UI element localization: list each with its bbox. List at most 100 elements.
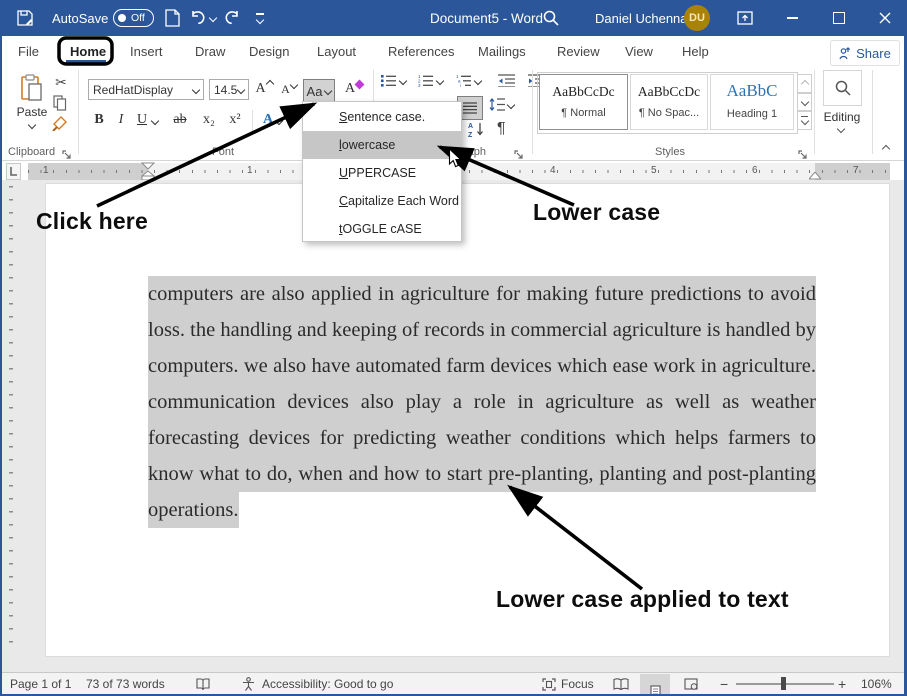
new-document-icon[interactable]	[165, 0, 180, 36]
grow-font-button[interactable]: A	[254, 78, 274, 100]
editing-dropdown-icon[interactable]	[838, 126, 844, 132]
autosave-toggle[interactable]: Off	[113, 0, 154, 36]
undo-dropdown-icon[interactable]	[209, 14, 217, 22]
tab-layout[interactable]: Layout	[313, 36, 360, 66]
document-paragraph[interactable]: computers are also applied in agricultur…	[148, 276, 816, 528]
user-name[interactable]: Daniel Uchenna	[595, 0, 688, 36]
strikethrough-button[interactable]: ab	[168, 110, 192, 130]
svg-text:Z: Z	[468, 132, 473, 137]
selected-text[interactable]: computers are also applied in agricultur…	[148, 276, 816, 528]
underline-dropdown-icon[interactable]	[152, 118, 158, 124]
style-normal[interactable]: AaBbCcDc ¶ Normal	[539, 74, 628, 130]
superscript-button[interactable]: x²	[224, 110, 246, 130]
minimize-button[interactable]	[775, 0, 809, 36]
italic-button[interactable]: I	[113, 110, 129, 130]
zoom-slider-thumb[interactable]	[781, 677, 786, 690]
styles-scroll-up[interactable]	[797, 74, 812, 94]
menu-item-sentence-case[interactable]: Sentence case.	[303, 103, 461, 131]
save-icon[interactable]	[16, 0, 34, 36]
share-icon	[839, 47, 851, 60]
page-indicator[interactable]: Page 1 of 1	[10, 673, 71, 695]
tab-references[interactable]: References	[384, 36, 458, 66]
font-name-dropdown-icon[interactable]	[192, 85, 200, 93]
cut-button[interactable]: ✂	[52, 74, 70, 90]
accessibility-status[interactable]: Accessibility: Good to go	[262, 673, 393, 695]
bullets-button[interactable]	[381, 74, 406, 87]
ribbon-display-options-icon[interactable]	[737, 0, 753, 36]
tab-file[interactable]: File	[14, 36, 43, 66]
copy-button[interactable]	[53, 95, 67, 111]
shrink-font-button[interactable]: A	[279, 78, 299, 100]
tab-mailings[interactable]: Mailings	[474, 36, 530, 66]
sort-a: A	[468, 123, 473, 130]
editing-find-button[interactable]	[823, 70, 862, 106]
web-layout-button[interactable]	[676, 674, 706, 694]
avatar[interactable]: DU	[684, 0, 710, 36]
tab-selector[interactable]	[6, 163, 21, 180]
numbering-button[interactable]: 123	[418, 74, 443, 87]
font-size-dropdown-icon[interactable]	[237, 85, 245, 93]
menu-item-capitalize-each-word[interactable]: Capitalize Each Word	[303, 187, 461, 215]
search-icon[interactable]	[543, 0, 559, 36]
style-heading1[interactable]: AaBbC Heading 1	[710, 74, 794, 130]
show-paragraph-marks-button[interactable]: ¶	[497, 120, 506, 138]
undo-button[interactable]	[189, 0, 216, 36]
svg-text:3: 3	[418, 83, 421, 87]
menu-item-lowercase[interactable]: lowercase	[303, 131, 461, 159]
editing-group-label[interactable]: Editing	[818, 110, 866, 124]
share-button[interactable]: Share	[830, 40, 900, 66]
decrease-indent-button[interactable]	[498, 74, 515, 87]
accessibility-icon[interactable]	[242, 673, 255, 695]
text-effects-dropdown-icon[interactable]	[276, 118, 282, 124]
zoom-level[interactable]: 106%	[861, 673, 892, 695]
print-layout-button[interactable]	[640, 674, 670, 696]
line-spacing-button[interactable]	[489, 98, 514, 111]
paragraph-group-label: raph	[464, 146, 486, 158]
clear-formatting-button[interactable]: A	[343, 78, 365, 100]
paste-dropdown-icon[interactable]	[28, 121, 36, 129]
word-window: AutoSave Off Document5 - Word Daniel Uch…	[0, 0, 907, 696]
tab-view[interactable]: View	[621, 36, 657, 66]
paragraph-dialog-launcher[interactable]	[514, 147, 524, 157]
word-count[interactable]: 73 of 73 words	[86, 673, 165, 695]
indent-markers[interactable]	[141, 162, 155, 181]
maximize-button[interactable]	[822, 0, 856, 36]
styles-dialog-launcher[interactable]	[798, 147, 808, 157]
tab-insert[interactable]: Insert	[126, 36, 167, 66]
font-name-combo[interactable]: RedHatDisplay	[88, 79, 204, 100]
zoom-in-button[interactable]: +	[838, 673, 846, 695]
close-button[interactable]	[868, 0, 902, 36]
find-search-icon	[835, 80, 851, 96]
style-no-spacing[interactable]: AaBbCcDc ¶ No Spac...	[630, 74, 708, 130]
tab-review[interactable]: Review	[553, 36, 604, 66]
multilevel-list-button[interactable]: 1ai	[456, 74, 481, 87]
quick-access-more-icon[interactable]	[256, 0, 264, 36]
tab-help[interactable]: Help	[678, 36, 713, 66]
change-case-button[interactable]: Aa	[303, 79, 335, 103]
font-size-combo[interactable]: 14.5	[209, 79, 249, 100]
change-case-dropdown-icon[interactable]	[324, 87, 332, 95]
sort-button[interactable]: AZ	[468, 121, 486, 137]
collapse-ribbon-button[interactable]	[883, 146, 889, 152]
subscript-button[interactable]: x₂	[198, 110, 220, 130]
menu-item-toggle-case[interactable]: tOGGLE cASE	[303, 215, 461, 243]
tab-draw[interactable]: Draw	[191, 36, 229, 66]
menu-item-uppercase[interactable]: UPPERCASE	[303, 159, 461, 187]
focus-button[interactable]: Focus	[542, 673, 594, 695]
tab-design[interactable]: Design	[245, 36, 293, 66]
vertical-ruler[interactable]	[9, 186, 13, 654]
zoom-out-button[interactable]: −	[720, 673, 728, 695]
redo-button[interactable]	[224, 0, 241, 36]
styles-more-button[interactable]	[797, 110, 812, 130]
font-group-label: Font	[212, 146, 234, 158]
bold-button[interactable]: B	[90, 110, 108, 130]
proofing-icon[interactable]	[196, 673, 210, 695]
paste-button[interactable]: Paste	[12, 72, 52, 130]
styles-scroll-down[interactable]	[797, 92, 812, 112]
clipboard-dialog-launcher[interactable]	[62, 147, 72, 157]
format-painter-button[interactable]	[52, 115, 68, 131]
right-indent-marker[interactable]	[809, 172, 821, 180]
read-mode-button[interactable]	[606, 674, 636, 694]
status-bar: Page 1 of 1 73 of 73 words Accessibility…	[0, 672, 907, 695]
underline-button[interactable]: U	[134, 110, 150, 130]
